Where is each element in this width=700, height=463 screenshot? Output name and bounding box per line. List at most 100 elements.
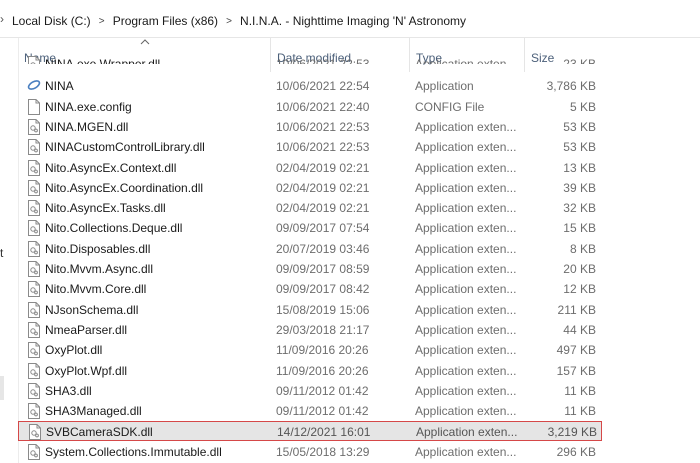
file-date-modified: 11/09/2016 20:26 bbox=[276, 363, 369, 378]
file-date-modified: 02/04/2019 02:21 bbox=[276, 201, 370, 216]
file-type: Application exten... bbox=[415, 140, 517, 155]
file-name: NJsonSchema.dll bbox=[45, 302, 139, 317]
file-size: 157 KB bbox=[556, 363, 596, 378]
chevron-right-icon[interactable]: › bbox=[0, 12, 8, 26]
file-type: Application exten... bbox=[415, 119, 517, 134]
file-type: Application exten... bbox=[415, 302, 517, 317]
file-size: 11 KB bbox=[564, 404, 596, 419]
file-type: Application exten... bbox=[416, 425, 518, 440]
table-row[interactable]: OxyPlot.dll 11/09/2016 20:26 Application e… bbox=[18, 340, 602, 360]
file-size: 32 KB bbox=[563, 201, 596, 216]
file-date-modified: 15/05/2018 13:29 bbox=[276, 444, 370, 459]
table-row[interactable]: Nito.AsyncEx.Tasks.dll 02/04/2019 02:21 Ap… bbox=[18, 198, 602, 218]
file-name: NINA.MGEN.dll bbox=[45, 119, 129, 134]
file-name: Nito.Mvvm.Core.dll bbox=[45, 282, 147, 297]
file-size: 44 KB bbox=[563, 322, 596, 337]
table-row[interactable]: Nito.Disposables.dll 20/07/2019 03:46 Appl… bbox=[18, 239, 602, 259]
file-date-modified: 09/09/2017 07:54 bbox=[276, 221, 370, 236]
file-type: Application exten... bbox=[415, 343, 517, 358]
table-row[interactable]: SVBCameraSDK.dll 14/12/2021 16:01 Applicat… bbox=[18, 421, 602, 442]
file-size: 20 KB bbox=[563, 262, 596, 276]
dll-icon bbox=[27, 300, 43, 320]
dll-icon bbox=[27, 442, 43, 462]
file-name: Nito.Mvvm.Async.dll bbox=[45, 262, 154, 276]
file-size: 15 KB bbox=[563, 221, 596, 236]
table-row[interactable]: NINA.exe.Wrapper.dll 10/06/2021 22:53 Appl… bbox=[18, 54, 602, 64]
table-row[interactable]: Nito.Mvvm.Async.dll 09/09/2017 08:59 Appli… bbox=[18, 259, 602, 279]
chevron-right-icon[interactable]: > bbox=[220, 16, 238, 27]
table-row[interactable]: NINA 10/06/2021 22:54 Application 3,786 KB bbox=[18, 76, 602, 96]
file-name: Nito.Disposables.dll bbox=[45, 241, 151, 256]
navigation-pane[interactable]: t bbox=[0, 38, 19, 463]
table-row[interactable]: NJsonSchema.dll 15/08/2019 15:06 Applicati… bbox=[18, 300, 602, 320]
file-size: 497 KB bbox=[556, 343, 596, 358]
file-type: Application exten... bbox=[415, 262, 517, 276]
dll-icon bbox=[27, 279, 43, 299]
file-date-modified: 02/04/2019 02:21 bbox=[276, 160, 370, 175]
dll-icon bbox=[27, 259, 43, 279]
file-type: Application exten... bbox=[415, 201, 517, 216]
file-date-modified: 02/04/2019 02:21 bbox=[276, 180, 370, 195]
file-size: 211 KB bbox=[557, 302, 596, 317]
dll-icon bbox=[27, 320, 43, 340]
file-name: OxyPlot.dll bbox=[45, 343, 103, 358]
breadcrumb-item-local-disk[interactable]: Local Disk (C:) bbox=[10, 14, 93, 28]
file-name: NINA bbox=[45, 79, 74, 94]
dll-icon bbox=[28, 422, 44, 442]
breadcrumb-bar: › Local Disk (C:) > Program Files (x86) … bbox=[0, 0, 700, 38]
file-name: OxyPlot.Wpf.dll bbox=[45, 363, 128, 378]
file-name: SVBCameraSDK.dll bbox=[46, 425, 153, 440]
file-size: 8 KB bbox=[569, 241, 596, 256]
table-row[interactable]: OxyPlot.Wpf.dll 11/09/2016 20:26 Applicati… bbox=[18, 361, 602, 381]
file-name: NINA.exe.config bbox=[45, 99, 132, 114]
file-name: Nito.AsyncEx.Coordination.dll bbox=[45, 180, 204, 195]
table-row[interactable]: System.Collections.Immutable.dll 15/05/20… bbox=[18, 442, 602, 462]
file-name: SHA3.dll bbox=[45, 383, 92, 398]
table-row[interactable]: Nito.Mvvm.Core.dll 09/09/2017 08:42 Applic… bbox=[18, 279, 602, 299]
table-row[interactable]: NINACustomControlLibrary.dll 10/06/2021 2… bbox=[18, 137, 602, 157]
file-type: Application exten... bbox=[415, 160, 517, 175]
nav-pane-selected-item[interactable] bbox=[0, 376, 4, 400]
file-type: Application exten... bbox=[415, 444, 517, 459]
file-size: 296 KB bbox=[556, 444, 596, 459]
table-row[interactable]: NINA.MGEN.dll 10/06/2021 22:53 Application… bbox=[18, 117, 602, 137]
file-date-modified: 10/06/2021 22:53 bbox=[276, 119, 370, 134]
file-type: Application exten... bbox=[415, 180, 517, 195]
table-row[interactable]: SHA3Managed.dll 09/11/2012 01:42 Applicati… bbox=[18, 401, 602, 421]
file-size: 23 KB bbox=[563, 57, 596, 64]
file-size: 53 KB bbox=[563, 119, 596, 134]
file-name: System.Collections.Immutable.dll bbox=[45, 444, 222, 459]
table-row[interactable]: SHA3.dll 09/11/2012 01:42 Application exte… bbox=[18, 381, 602, 401]
file-icon bbox=[27, 97, 43, 117]
dll-icon bbox=[27, 158, 43, 178]
table-row[interactable]: Nito.AsyncEx.Context.dll 02/04/2019 02:21… bbox=[18, 158, 602, 178]
file-size: 13 KB bbox=[563, 160, 596, 175]
file-type: Application exten... bbox=[415, 322, 517, 337]
file-date-modified: 20/07/2019 03:46 bbox=[276, 241, 370, 256]
dll-icon bbox=[27, 340, 43, 360]
breadcrumb-item-program-files[interactable]: Program Files (x86) bbox=[111, 14, 220, 28]
table-row[interactable]: NmeaParser.dll 29/03/2018 21:17 Applicatio… bbox=[18, 320, 602, 340]
table-row[interactable]: Nito.Collections.Deque.dll 09/09/2017 07:… bbox=[18, 218, 602, 238]
file-date-modified: 11/09/2016 20:26 bbox=[276, 343, 369, 358]
file-type: Application exten... bbox=[415, 221, 517, 236]
file-name: Nito.AsyncEx.Context.dll bbox=[45, 160, 177, 175]
file-size: 5 KB bbox=[569, 99, 596, 114]
table-row[interactable]: Nito.AsyncEx.Coordination.dll 02/04/2019 … bbox=[18, 178, 602, 198]
file-name: NINA.exe.Wrapper.dll bbox=[45, 57, 161, 64]
file-date-modified: 15/08/2019 15:06 bbox=[276, 302, 370, 317]
breadcrumb: Local Disk (C:) > Program Files (x86) > … bbox=[10, 14, 468, 28]
file-type: CONFIG File bbox=[415, 99, 485, 114]
file-type: Application exten... bbox=[415, 57, 517, 64]
breadcrumb-item-nina[interactable]: N.I.N.A. - Nighttime Imaging 'N' Astrono… bbox=[238, 14, 468, 28]
dll-icon bbox=[27, 178, 43, 198]
file-date-modified: 10/06/2021 22:40 bbox=[276, 99, 370, 114]
dll-icon bbox=[27, 239, 43, 259]
chevron-right-icon[interactable]: > bbox=[93, 16, 111, 27]
dll-icon bbox=[27, 198, 43, 218]
file-type: Application exten... bbox=[415, 241, 517, 256]
file-date-modified: 10/06/2021 22:54 bbox=[276, 79, 370, 94]
file-size: 12 KB bbox=[563, 282, 596, 297]
table-row[interactable]: NINA.exe.config 10/06/2021 22:40 CONFIG Fi… bbox=[18, 97, 602, 117]
nina-app-icon bbox=[27, 76, 43, 96]
